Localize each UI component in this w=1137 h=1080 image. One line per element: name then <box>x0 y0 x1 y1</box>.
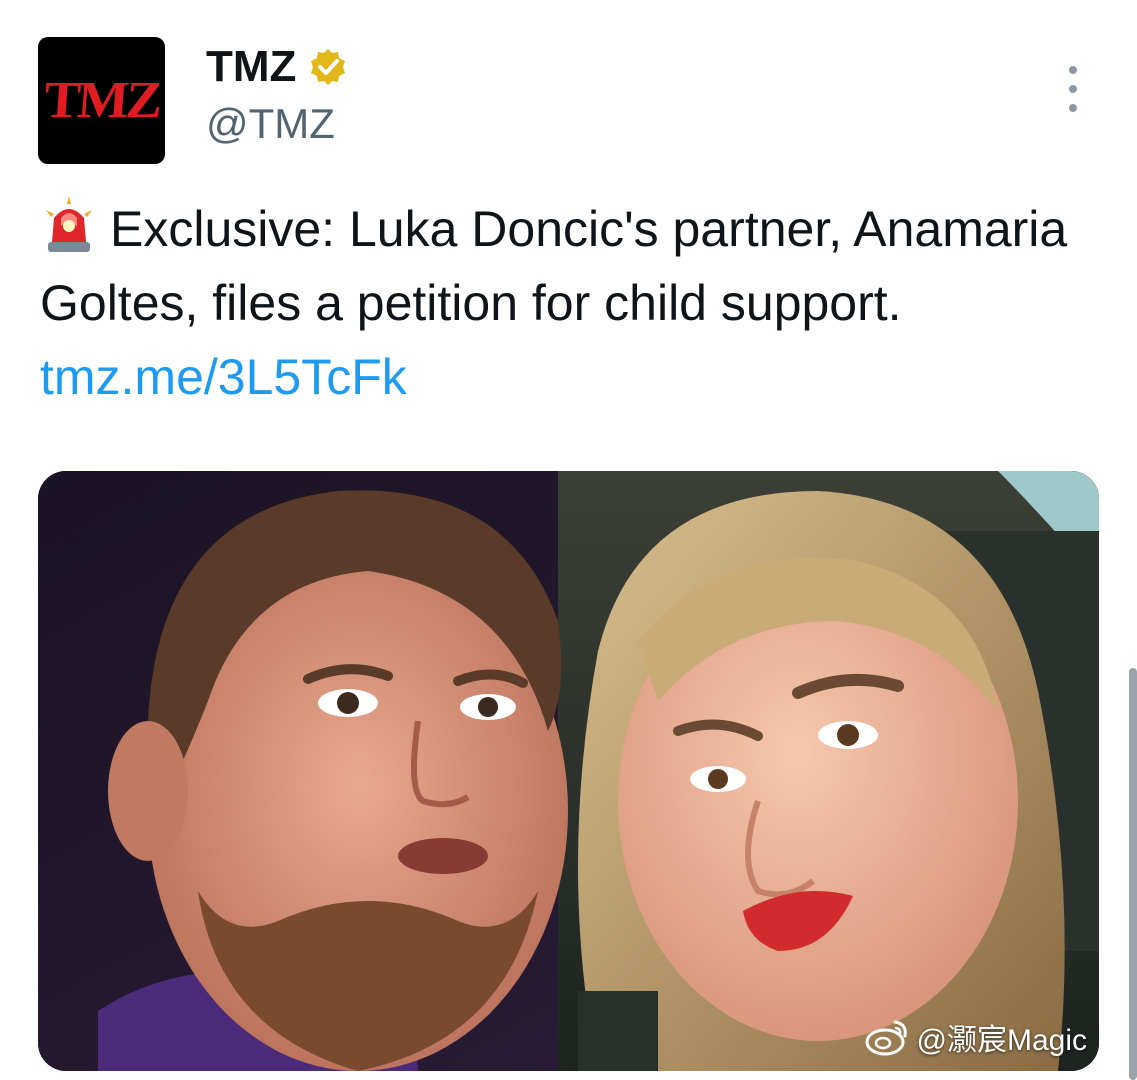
tweet-body: Exclusive: Luka Doncic's partner, Anamar… <box>40 192 1110 414</box>
author-handle[interactable]: @TMZ <box>206 100 335 148</box>
photo-illustration <box>38 471 1099 1071</box>
tweet-photo[interactable]: @灏宸Magic <box>38 471 1099 1071</box>
display-name[interactable]: TMZ <box>206 42 296 92</box>
tmz-avatar[interactable]: TMZ <box>38 37 165 164</box>
more-options-icon[interactable] <box>1060 66 1086 112</box>
siren-emoji-icon <box>46 196 92 252</box>
watermark-text: @灏宸Magic <box>916 1024 1087 1057</box>
tweet-link[interactable]: tmz.me/3L5TcFk <box>40 349 407 405</box>
author-name-row[interactable]: TMZ <box>206 42 348 92</box>
verified-badge-icon <box>311 49 346 85</box>
tweet-text: Exclusive: Luka Doncic's partner, Anamar… <box>40 201 1068 331</box>
watermark: @灏宸Magic <box>865 1015 1087 1059</box>
tweet-card: TMZ TMZ @TMZ Exclusive: Luka Doncic's pa… <box>0 0 1137 1080</box>
avatar-logo-text: TMZ <box>41 72 162 129</box>
scrollbar[interactable] <box>1129 668 1137 1080</box>
weibo-icon <box>865 1020 907 1056</box>
